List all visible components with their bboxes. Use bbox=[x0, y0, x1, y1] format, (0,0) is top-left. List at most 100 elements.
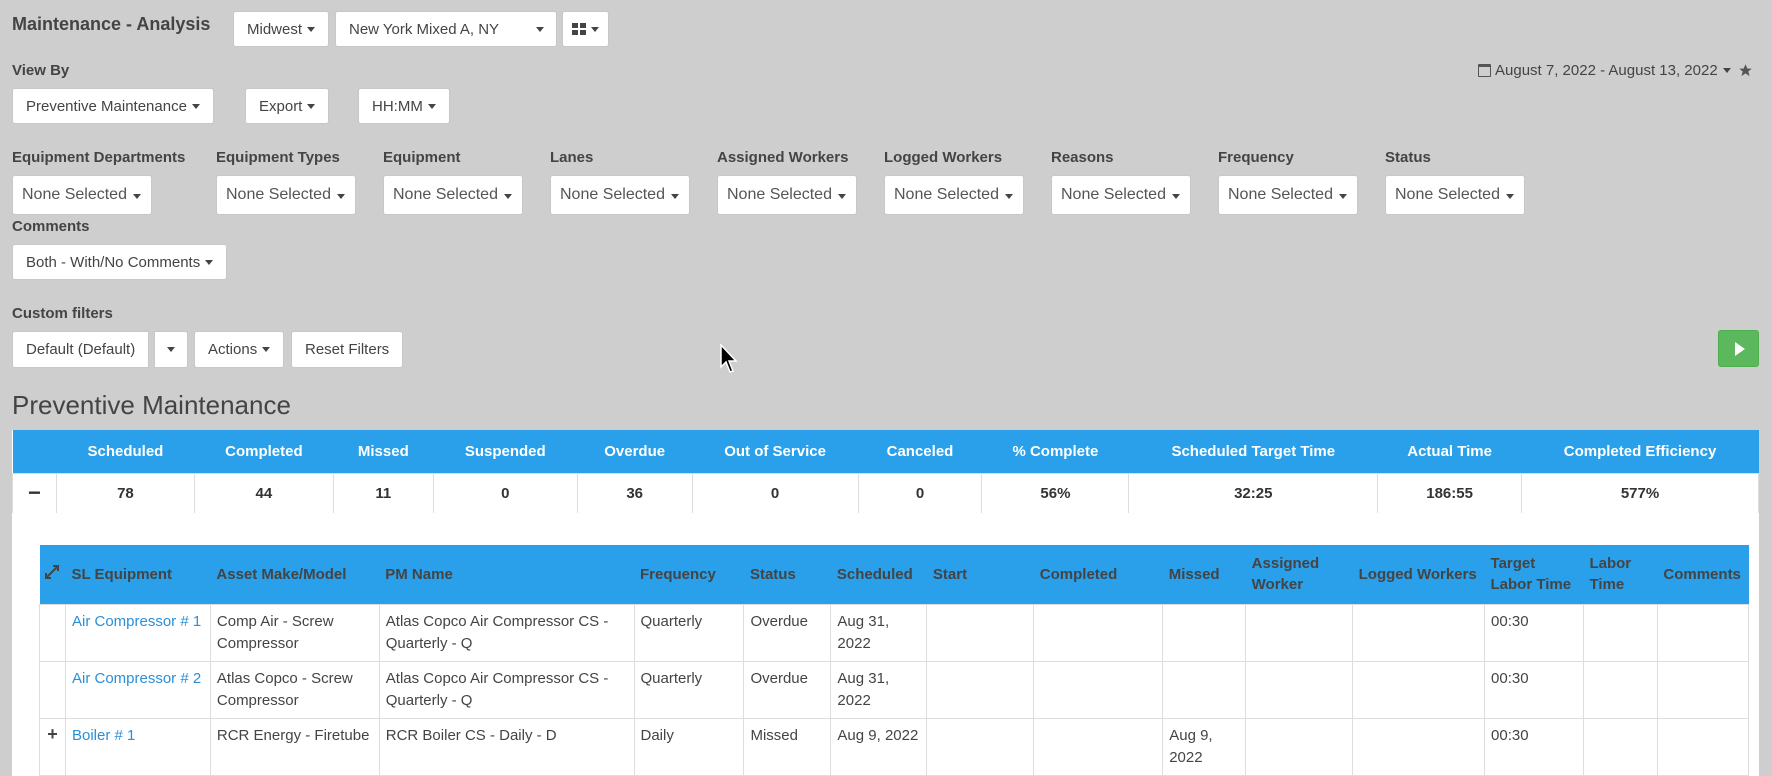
column-header-logged-workers[interactable]: Logged Workers bbox=[1352, 545, 1485, 604]
expand-all-cell[interactable] bbox=[39, 545, 66, 604]
filter-value: None Selected bbox=[393, 186, 498, 203]
cell-comments bbox=[1656, 603, 1750, 662]
summary-value: 0 bbox=[857, 472, 983, 514]
export-button[interactable]: Export bbox=[245, 88, 330, 124]
site-dropdown[interactable]: New York Mixed A, NY bbox=[335, 11, 557, 47]
equipment-link[interactable]: Air Compressor # 2 bbox=[72, 670, 201, 687]
chevron-down-icon bbox=[427, 103, 436, 109]
summary-value: 0 bbox=[432, 472, 578, 514]
expand-arrows-icon bbox=[44, 564, 59, 579]
filter-value: None Selected bbox=[226, 186, 331, 203]
column-header-target-labor-time[interactable]: Target Labor Time bbox=[1484, 545, 1584, 604]
summary-header: Missed bbox=[333, 430, 434, 473]
chevron-down-icon bbox=[191, 103, 200, 109]
column-header-assigned-worker[interactable]: Assigned Worker bbox=[1245, 545, 1353, 604]
column-header-comments[interactable]: Comments bbox=[1657, 545, 1749, 604]
table-row: Air Compressor # 1 Comp Air - Screw Comp… bbox=[39, 603, 1750, 662]
cell-logged bbox=[1352, 660, 1486, 719]
custom-filter-toggle[interactable] bbox=[154, 331, 188, 368]
filter-select-equipment-departments[interactable]: None Selected bbox=[12, 175, 152, 215]
cell-make: RCR Energy - Firetube bbox=[209, 717, 380, 776]
cell-frequency: Daily bbox=[633, 717, 745, 776]
summary-value: 0 bbox=[691, 472, 859, 514]
custom-filters-label: Custom filters bbox=[12, 305, 113, 322]
chevron-down-icon bbox=[1722, 68, 1731, 73]
cell-completed bbox=[1033, 660, 1164, 719]
column-header-pm-name[interactable]: PM Name bbox=[379, 545, 634, 604]
filter-label-equipment-types: Equipment Types bbox=[216, 149, 340, 166]
summary-header: Completed Efficiency bbox=[1521, 430, 1759, 473]
column-header-completed[interactable]: Completed bbox=[1033, 545, 1163, 604]
filter-value: None Selected bbox=[1061, 186, 1166, 203]
filter-value: None Selected bbox=[1228, 186, 1333, 203]
cell-start bbox=[926, 660, 1035, 719]
filter-label-equipment-departments: Equipment Departments bbox=[12, 149, 186, 166]
column-header-labor-time[interactable]: Labor Time bbox=[1583, 545, 1658, 604]
row-expand-toggle[interactable] bbox=[39, 603, 66, 662]
chevron-down-icon bbox=[504, 194, 512, 199]
summary-value: 32:25 bbox=[1128, 472, 1379, 514]
custom-filter-select[interactable]: Default (Default) bbox=[12, 331, 150, 368]
region-dropdown[interactable]: Midwest bbox=[233, 11, 330, 47]
summary-header: Scheduled bbox=[56, 430, 195, 473]
filter-select-assigned-workers[interactable]: None Selected bbox=[717, 175, 857, 215]
summary-header-blank bbox=[12, 430, 57, 473]
cell-start bbox=[926, 717, 1035, 776]
filter-select-equipment[interactable]: None Selected bbox=[383, 175, 523, 215]
chevron-down-icon bbox=[1172, 194, 1180, 199]
cell-labor bbox=[1582, 603, 1658, 662]
summary-value: 186:55 bbox=[1377, 472, 1523, 514]
chevron-down-icon bbox=[1005, 194, 1013, 199]
cell-start bbox=[926, 603, 1035, 662]
column-header-missed[interactable]: Missed bbox=[1162, 545, 1246, 604]
run-button[interactable] bbox=[1718, 330, 1759, 367]
reset-filters-button[interactable]: Reset Filters bbox=[291, 331, 404, 368]
row-expand-toggle[interactable]: + bbox=[39, 717, 66, 776]
filter-select-reasons[interactable]: None Selected bbox=[1051, 175, 1191, 215]
equipment-link[interactable]: Boiler # 1 bbox=[72, 727, 135, 744]
view-by-dropdown[interactable]: Preventive Maintenance bbox=[12, 88, 214, 124]
cell-status: Overdue bbox=[743, 603, 832, 662]
site-label: New York Mixed A, NY bbox=[349, 20, 500, 38]
cell-labor bbox=[1582, 717, 1658, 776]
column-header-make[interactable]: Asset Make/Model bbox=[210, 545, 380, 604]
mouse-cursor-icon bbox=[720, 344, 738, 373]
column-header-status[interactable]: Status bbox=[743, 545, 831, 604]
equipment-link[interactable]: Air Compressor # 1 bbox=[72, 613, 201, 630]
filter-select-equipment-types[interactable]: None Selected bbox=[216, 175, 356, 215]
filter-select-frequency[interactable]: None Selected bbox=[1218, 175, 1358, 215]
filter-select-status[interactable]: None Selected bbox=[1385, 175, 1525, 215]
column-header-scheduled[interactable]: Scheduled bbox=[830, 545, 927, 604]
column-header-start[interactable]: Start bbox=[926, 545, 1034, 604]
filter-select-logged-workers[interactable]: None Selected bbox=[884, 175, 1024, 215]
collapse-icon[interactable]: − bbox=[12, 472, 57, 514]
cell-missed bbox=[1162, 603, 1247, 662]
filter-value: None Selected bbox=[894, 186, 999, 203]
star-icon[interactable] bbox=[1738, 63, 1753, 78]
summary-row: − 78 44 11 0 36 0 0 56% 32:25 186:55 577… bbox=[12, 472, 1759, 514]
cell-comments bbox=[1656, 660, 1750, 719]
grid-icon bbox=[572, 23, 586, 35]
summary-value: 44 bbox=[193, 472, 334, 514]
comments-dropdown[interactable]: Both - With/No Comments bbox=[12, 244, 228, 280]
date-range-picker[interactable]: August 7, 2022 - August 13, 2022 bbox=[1478, 62, 1753, 79]
filter-value: None Selected bbox=[560, 186, 665, 203]
time-format-dropdown[interactable]: HH:MM bbox=[358, 88, 450, 124]
cell-pm-name: Atlas Copco Air Compressor CS - Quarterl… bbox=[378, 660, 635, 719]
layout-dropdown[interactable] bbox=[562, 11, 609, 47]
chevron-down-icon bbox=[1506, 194, 1514, 199]
summary-header: Overdue bbox=[577, 430, 693, 473]
column-header-equipment[interactable]: SL Equipment bbox=[65, 545, 211, 604]
summary-header: Scheduled Target Time bbox=[1128, 430, 1378, 473]
summary-header: Suspended bbox=[433, 430, 578, 473]
summary-header: Out of Service bbox=[692, 430, 859, 473]
summary-header: % Complete bbox=[981, 430, 1129, 473]
filter-select-lanes[interactable]: None Selected bbox=[550, 175, 690, 215]
chevron-down-icon bbox=[1339, 194, 1347, 199]
actions-dropdown[interactable]: Actions bbox=[194, 331, 285, 368]
cell-assigned bbox=[1245, 660, 1354, 719]
summary-value: 56% bbox=[981, 472, 1130, 514]
row-expand-toggle[interactable] bbox=[39, 660, 66, 719]
summary-value: 78 bbox=[55, 472, 195, 514]
column-header-frequency[interactable]: Frequency bbox=[634, 545, 744, 604]
